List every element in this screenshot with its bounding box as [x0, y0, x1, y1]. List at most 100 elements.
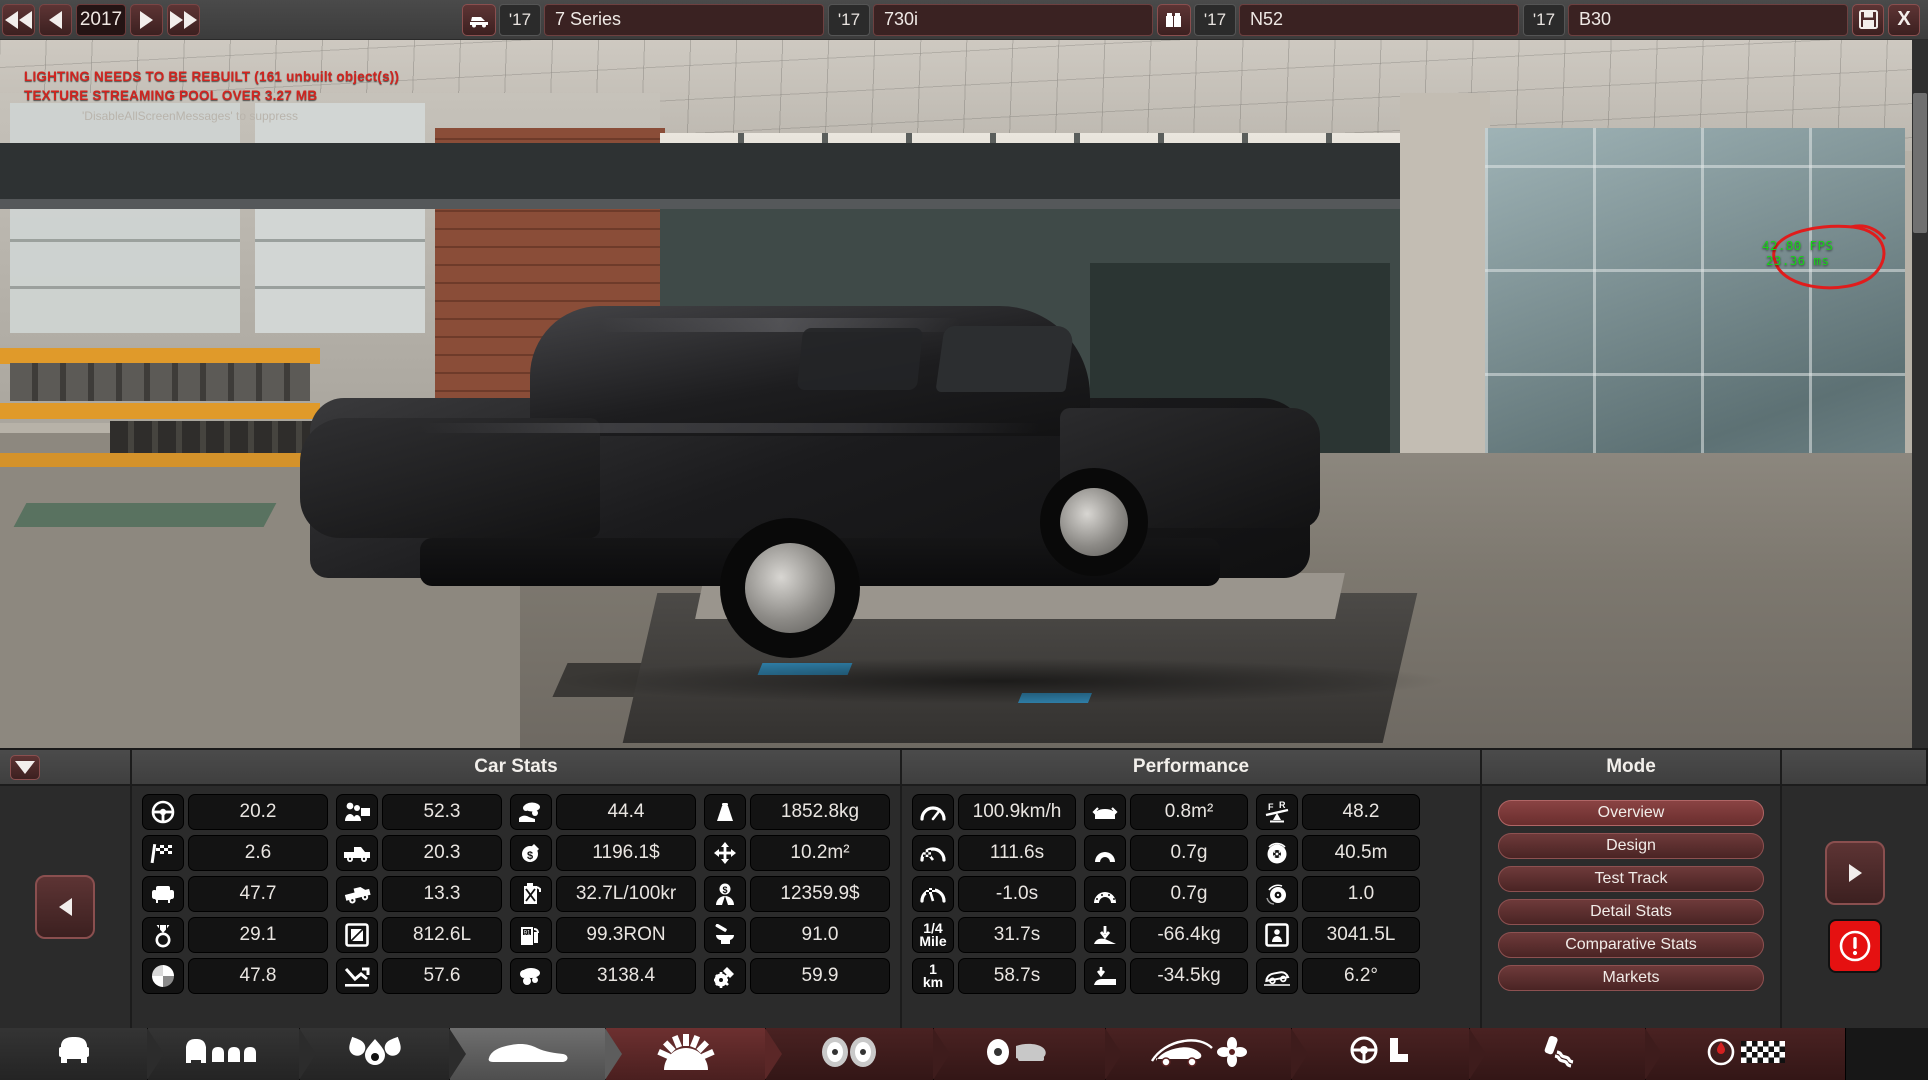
- engine-variant-field[interactable]: B30: [1568, 3, 1848, 36]
- brakes-icon: [982, 1036, 1058, 1073]
- perf-value: 31.7s: [958, 917, 1076, 953]
- game-window: 2017 '17 7 Series '17 730i '17 N52 '17 B…: [0, 0, 1928, 1080]
- stat-footprint: 10.2m²: [704, 835, 890, 871]
- checkered-flag-icon: [142, 835, 184, 871]
- viewport-scrollbar-thumb[interactable]: [1913, 93, 1927, 233]
- mode-button-design[interactable]: Design: [1498, 833, 1764, 859]
- collapse-panel-button[interactable]: [10, 754, 40, 780]
- stat-value: 812.6L: [382, 917, 502, 953]
- tab-brakes[interactable]: [934, 1028, 1122, 1080]
- svg-text:F: F: [1268, 802, 1274, 812]
- car-front-icon: [48, 1035, 100, 1074]
- stat-reliability: 47.8: [142, 958, 328, 994]
- stat-value: 57.6: [382, 958, 502, 994]
- stat-sportiness: 2.6: [142, 835, 328, 871]
- variant-year: '17: [1523, 3, 1565, 36]
- tab-suspension[interactable]: [1470, 1028, 1662, 1080]
- close-button[interactable]: X: [1888, 3, 1920, 36]
- save-button[interactable]: [1852, 3, 1884, 36]
- engine-block-icon: [651, 1033, 721, 1075]
- engine-family-field[interactable]: N52: [1239, 3, 1519, 36]
- car-window-side: [935, 326, 1075, 392]
- mode-button-markets[interactable]: Markets: [1498, 965, 1764, 991]
- engine-icon[interactable]: [1157, 3, 1191, 36]
- tab-engine-block[interactable]: [606, 1028, 782, 1080]
- fps-counter: 42.80 FPS 23.36 ms: [1762, 238, 1833, 268]
- hud-header-end: [1782, 750, 1928, 784]
- stat-value: 13.3: [382, 876, 502, 912]
- stat-weight: 1852.8kg: [704, 794, 890, 830]
- rewind-all-button[interactable]: [2, 3, 35, 36]
- stat-drivability: 20.2: [142, 794, 328, 830]
- trim-name-field[interactable]: 730i: [873, 3, 1153, 36]
- car-window-rear: [796, 328, 924, 390]
- interior-seat-icon: [1346, 1035, 1416, 1074]
- quarter-mile-icon: 1/4 Mile: [912, 917, 954, 953]
- mode-panel: Overview Design Test Track Detail Stats …: [1482, 786, 1782, 1028]
- perf-lap-time: 111.6s: [912, 835, 1076, 871]
- top-toolbar: 2017 '17 7 Series '17 730i '17 N52 '17 B…: [0, 0, 1928, 40]
- cargo-box-icon: [336, 917, 378, 953]
- stats-hud: Car Stats Performance Mode 20.2 2.6 47.7…: [0, 748, 1928, 1028]
- stat-value: 1852.8kg: [750, 794, 890, 830]
- trim-field-group: '17 730i: [828, 3, 1153, 36]
- mode-button-comparative-stats[interactable]: Comparative Stats: [1498, 932, 1764, 958]
- testing-flag-icon: [1705, 1037, 1787, 1072]
- forward-all-button[interactable]: [167, 3, 200, 36]
- stat-value: 20.2: [188, 794, 328, 830]
- car-body-highlight: [420, 423, 1040, 433]
- model-name-field[interactable]: 7 Series: [544, 3, 824, 36]
- brake-fade-icon: [1256, 876, 1298, 912]
- section-tabbar: [0, 1028, 1928, 1080]
- anvil-hammer-icon: [704, 917, 746, 953]
- jerrycan-icon: [510, 876, 552, 912]
- engine-variant-group: '17 B30: [1523, 3, 1848, 36]
- perf-value: 58.7s: [958, 958, 1076, 994]
- gear-wrench-icon: [704, 958, 746, 994]
- tab-car-front[interactable]: [0, 1028, 164, 1080]
- warning-suppress-hint: 'DisableAllScreenMessages' to suppress: [82, 109, 299, 124]
- tab-interior[interactable]: [1292, 1028, 1486, 1080]
- perf-top-speed: 100.9km/h: [912, 794, 1076, 830]
- rewind-button[interactable]: [39, 3, 72, 36]
- forward-button[interactable]: [130, 3, 163, 36]
- tab-wheels[interactable]: [766, 1028, 950, 1080]
- next-section-button[interactable]: [1825, 841, 1885, 905]
- tab-fuel-drops[interactable]: [300, 1028, 466, 1080]
- stat-utility: 20.3: [336, 835, 502, 871]
- previous-section-button[interactable]: [35, 875, 95, 939]
- car-model[interactable]: [300, 288, 1450, 704]
- performance-column-3: FR 48.2 40.5m 1.0 3041.5L 6.2°: [1256, 794, 1428, 1022]
- tab-car-body[interactable]: [450, 1028, 622, 1080]
- perf-value: 100.9km/h: [958, 794, 1076, 830]
- stat-value: 91.0: [750, 917, 890, 953]
- service-cost-icon: $: [510, 835, 552, 871]
- perf-value: -1.0s: [958, 876, 1076, 912]
- window-controls: X: [1852, 3, 1928, 36]
- viewport-scrollbar[interactable]: [1912, 33, 1928, 748]
- hud-body-row: 20.2 2.6 47.7 29.1 47.8 52.3 20.3 13.3 8…: [0, 786, 1928, 1028]
- perf-corner-grip-200m: 0.7g: [1084, 876, 1248, 912]
- mode-button-detail-stats[interactable]: Detail Stats: [1498, 899, 1764, 925]
- perf-value: 40.5m: [1302, 835, 1420, 871]
- perf-brake-fade: 1.0: [1256, 876, 1420, 912]
- shelf-mid: [0, 403, 320, 419]
- ceiling-beam-edge: [0, 199, 1450, 209]
- car-icon[interactable]: [462, 3, 496, 36]
- alert-button[interactable]: [1828, 919, 1882, 973]
- car-shadow: [550, 658, 1450, 704]
- tab-car-lineup[interactable]: [148, 1028, 316, 1080]
- tab-aero[interactable]: [1106, 1028, 1308, 1080]
- car-stats-column-4: 1852.8kg 10.2m² $ 12359.9$ 91.0 59.9: [704, 794, 898, 1022]
- 3d-viewport[interactable]: LIGHTING NEEDS TO BE REBUILT (161 unbuil…: [0, 33, 1928, 748]
- mode-button-test-track[interactable]: Test Track: [1498, 866, 1764, 892]
- fps-value: 42.80 FPS: [1762, 238, 1834, 253]
- stat-production-cost: $ 12359.9$: [704, 876, 890, 912]
- engine-family-group: '17 N52: [1157, 3, 1519, 36]
- performance-column-2: 0.8m² 0.7g 0.7g -66.4kg -34.5kg: [1084, 794, 1256, 1022]
- mode-button-overview[interactable]: Overview: [1498, 800, 1764, 826]
- tab-testing[interactable]: [1646, 1028, 1846, 1080]
- stat-octane: 91 99.3RON: [510, 917, 696, 953]
- stat-value: 99.3RON: [556, 917, 696, 953]
